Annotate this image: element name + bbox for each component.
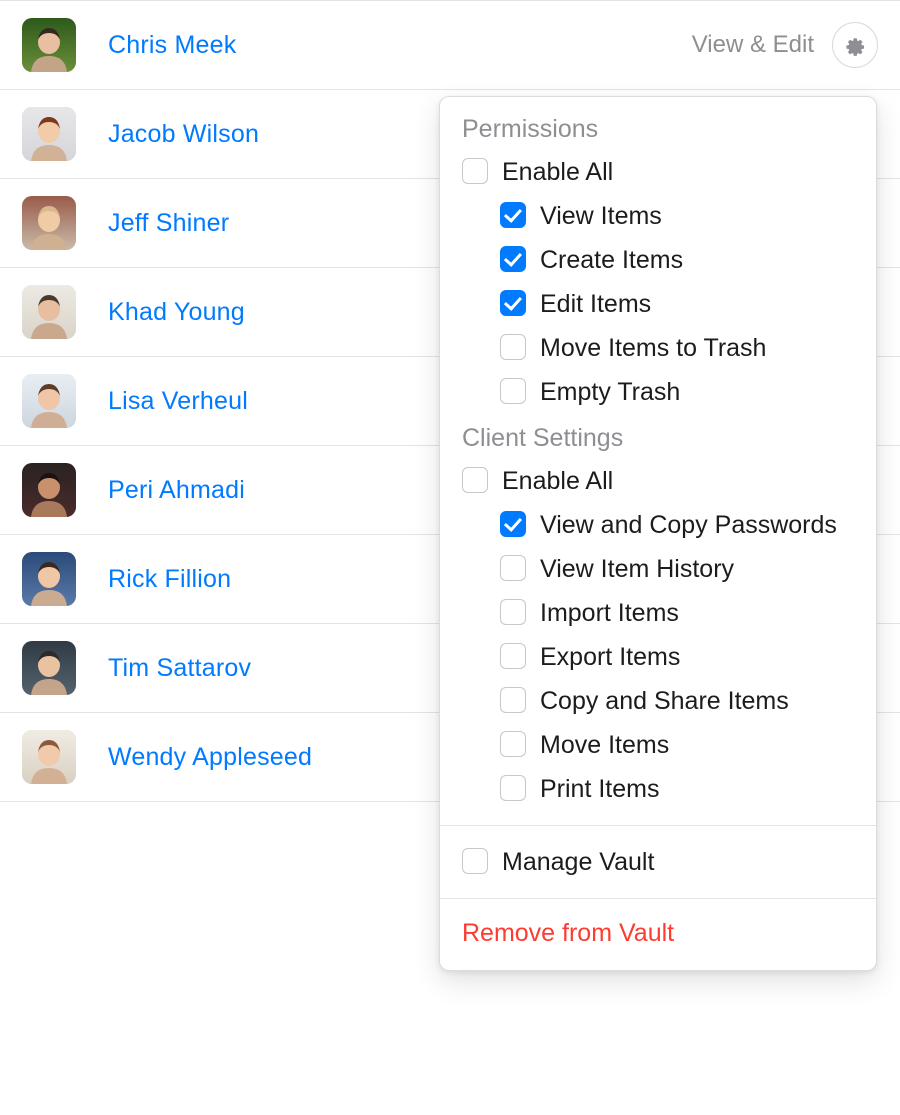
checkbox[interactable] (462, 467, 488, 493)
avatar (22, 285, 76, 339)
permission-option[interactable]: Move Items to Trash (440, 326, 876, 370)
avatar-image (22, 641, 76, 695)
checkbox[interactable] (500, 599, 526, 625)
avatar (22, 107, 76, 161)
enable-all-option[interactable]: Enable All (440, 459, 876, 503)
section-title: Permissions (440, 115, 876, 150)
option-label: Print Items (540, 772, 854, 806)
avatar-image (22, 107, 76, 161)
option-label: Create Items (540, 243, 854, 277)
avatar (22, 552, 76, 606)
avatar-image (22, 196, 76, 250)
permission-option[interactable]: Print Items (440, 767, 876, 811)
option-label: Move Items to Trash (540, 331, 854, 365)
avatar (22, 18, 76, 72)
permission-option[interactable]: Empty Trash (440, 370, 876, 414)
option-label: Move Items (540, 728, 854, 762)
manage-vault-option[interactable]: Manage Vault (440, 840, 876, 884)
section-title: Client Settings (440, 424, 876, 459)
avatar (22, 196, 76, 250)
avatar (22, 641, 76, 695)
avatar (22, 730, 76, 784)
permission-option[interactable]: View Item History (440, 547, 876, 591)
permission-option[interactable]: Move Items (440, 723, 876, 767)
option-label: Edit Items (540, 287, 854, 321)
checkbox[interactable] (462, 158, 488, 184)
enable-all-option[interactable]: Enable All (440, 150, 876, 194)
divider (440, 898, 876, 899)
gear-icon (844, 34, 866, 56)
option-label: Copy and Share Items (540, 684, 854, 718)
user-name[interactable]: Chris Meek (108, 31, 692, 60)
option-label: Enable All (502, 464, 854, 498)
settings-button[interactable] (832, 22, 878, 68)
option-label: Manage Vault (502, 845, 854, 879)
checkbox[interactable] (500, 378, 526, 404)
checkbox[interactable] (500, 643, 526, 669)
permission-option[interactable]: View and Copy Passwords (440, 503, 876, 547)
avatar-image (22, 463, 76, 517)
option-label: View Items (540, 199, 854, 233)
option-label: Enable All (502, 155, 854, 189)
permission-option[interactable]: Copy and Share Items (440, 679, 876, 723)
avatar-image (22, 730, 76, 784)
option-label: Export Items (540, 640, 854, 674)
avatar-image (22, 374, 76, 428)
permission-option[interactable]: Create Items (440, 238, 876, 282)
permissions-popover: Permissions Enable All View Items Create… (439, 96, 877, 971)
option-label: View and Copy Passwords (540, 508, 854, 542)
permission-option[interactable]: Edit Items (440, 282, 876, 326)
permission-option[interactable]: View Items (440, 194, 876, 238)
avatar-image (22, 285, 76, 339)
option-label: View Item History (540, 552, 854, 586)
option-label: Empty Trash (540, 375, 854, 409)
checkbox[interactable] (500, 246, 526, 272)
checkbox[interactable] (500, 334, 526, 360)
checkbox[interactable] (500, 555, 526, 581)
avatar-image (22, 18, 76, 72)
checkbox[interactable] (500, 687, 526, 713)
checkbox[interactable] (462, 848, 488, 874)
checkbox[interactable] (500, 775, 526, 801)
avatar (22, 463, 76, 517)
option-label: Import Items (540, 596, 854, 630)
user-row[interactable]: Chris Meek View & Edit (0, 1, 900, 90)
checkbox[interactable] (500, 511, 526, 537)
checkbox[interactable] (500, 731, 526, 757)
permission-option[interactable]: Export Items (440, 635, 876, 679)
avatar-image (22, 552, 76, 606)
checkbox[interactable] (500, 290, 526, 316)
remove-from-vault[interactable]: Remove from Vault (440, 913, 876, 954)
avatar (22, 374, 76, 428)
user-role-label: View & Edit (692, 31, 814, 59)
checkbox[interactable] (500, 202, 526, 228)
divider (440, 825, 876, 826)
permission-option[interactable]: Import Items (440, 591, 876, 635)
